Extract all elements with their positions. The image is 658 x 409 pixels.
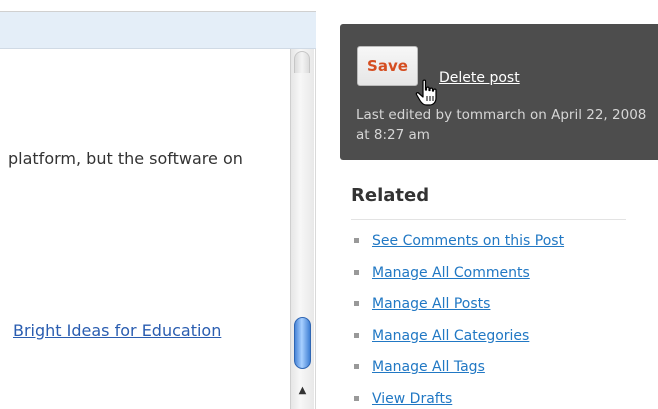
related-item-manage-categories: Manage All Categories — [354, 327, 564, 359]
scroll-up-arrow-icon[interactable]: ▲ — [295, 383, 310, 398]
bullet-icon — [354, 238, 359, 243]
related-heading: Related — [351, 185, 430, 206]
delete-post-link[interactable]: Delete post — [439, 70, 520, 86]
last-edited-text: Last edited by tommarch on April 22, 200… — [356, 107, 647, 143]
post-editor-pane: platform, but the software on Bright Ide… — [0, 0, 316, 409]
related-link[interactable]: Manage All Comments — [372, 265, 530, 281]
related-link[interactable]: Manage All Posts — [372, 296, 490, 312]
editor-body[interactable]: platform, but the software on Bright Ide… — [0, 49, 290, 409]
related-item-view-drafts: View Drafts — [354, 390, 564, 409]
bullet-icon — [354, 301, 359, 306]
sidebar: Save Delete post Last edited by tommarch… — [316, 0, 658, 409]
editor-link[interactable]: Bright Ideas for Education — [13, 321, 221, 340]
related-item-manage-tags: Manage All Tags — [354, 358, 564, 390]
bullet-icon — [354, 332, 359, 338]
related-link[interactable]: Manage All Categories — [372, 328, 529, 344]
bullet-icon — [354, 364, 359, 369]
bullet-icon — [354, 269, 359, 275]
related-item-manage-posts: Manage All Posts — [354, 295, 564, 327]
save-button[interactable]: Save — [357, 46, 418, 86]
scrollbar-track-cap — [294, 51, 310, 73]
editor-text-line: platform, but the software on — [8, 149, 243, 168]
related-divider — [351, 219, 626, 220]
bullet-icon — [354, 395, 359, 401]
related-link[interactable]: See Comments on this Post — [372, 233, 564, 249]
editor-top-border — [0, 0, 316, 12]
editor-scrollbar[interactable]: ▲ — [290, 49, 314, 409]
publish-box: Save Delete post Last edited by tommarch… — [340, 24, 658, 160]
related-list: See Comments on this Post Manage All Com… — [354, 232, 564, 409]
scrollbar-thumb[interactable] — [294, 317, 311, 369]
related-link[interactable]: View Drafts — [372, 391, 452, 407]
related-item-manage-comments: Manage All Comments — [354, 264, 564, 296]
related-item-see-comments: See Comments on this Post — [354, 232, 564, 264]
related-link[interactable]: Manage All Tags — [372, 359, 485, 375]
editor-toolbar — [0, 12, 316, 49]
